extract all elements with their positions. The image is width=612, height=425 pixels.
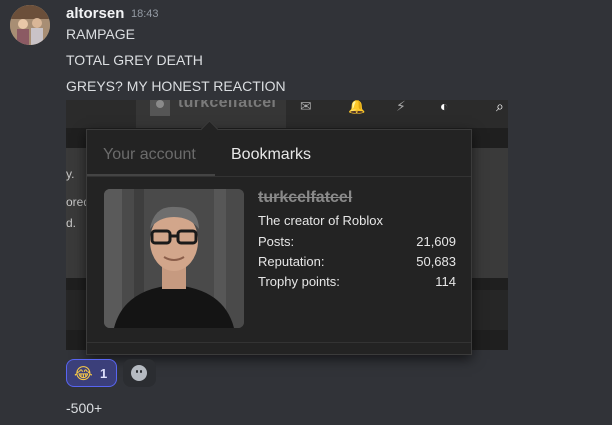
avatar-image [10,5,50,45]
message-line-2: TOTAL GREY DEATH [66,52,203,68]
nav-username: turkcelfatcel [178,100,277,111]
popup-divider [87,342,471,343]
account-popup: Your account Bookmarks turkcelfatcel The… [86,120,472,355]
stat-reputation: Reputation: 50,683 [258,254,456,269]
profile-title: The creator of Roblox [258,213,384,228]
tab-bookmarks: Bookmarks [231,146,312,163]
message-line-3: GREYS? MY HONEST REACTION [66,78,286,94]
stat-label: Reputation: [258,254,325,269]
profile-photo [104,189,244,328]
stat-value: 21,609 [416,234,456,249]
nav-avatar-icon [150,100,170,116]
reaction-joy[interactable]: 😂 1 [66,359,117,387]
toggle-icon: ◐ [440,100,449,114]
bolt-icon: ⚡ [396,100,406,114]
mail-icon: ✉ [300,100,312,114]
bg-text-1: y. [66,167,75,181]
stat-value: 50,683 [416,254,456,269]
add-reaction-button[interactable] [123,359,156,387]
stat-label: Posts: [258,234,295,249]
stat-trophy-points: Trophy points: 114 [258,274,456,289]
search-icon: ⌕ [496,100,504,114]
user-avatar[interactable] [10,5,50,45]
tab-divider [87,176,471,177]
stat-label: Trophy points: [258,274,340,289]
profile-username: turkcelfatcel [258,189,353,206]
stat-value: 114 [435,274,456,289]
followup-message: -500+ [66,400,103,416]
message-timestamp: 18:43 [131,8,159,20]
tab-your-account: Your account [103,146,196,163]
message-author[interactable]: altorsen [66,5,124,22]
bg-text-3: d. [66,216,77,230]
message-line-1: RAMPAGE [66,26,135,42]
reaction-count: 1 [100,366,108,381]
smiley-icon [131,365,147,381]
joy-emoji-icon: 😂 [74,366,93,383]
bell-icon: 🔔 [348,100,366,114]
stat-posts: Posts: 21,609 [258,234,456,249]
